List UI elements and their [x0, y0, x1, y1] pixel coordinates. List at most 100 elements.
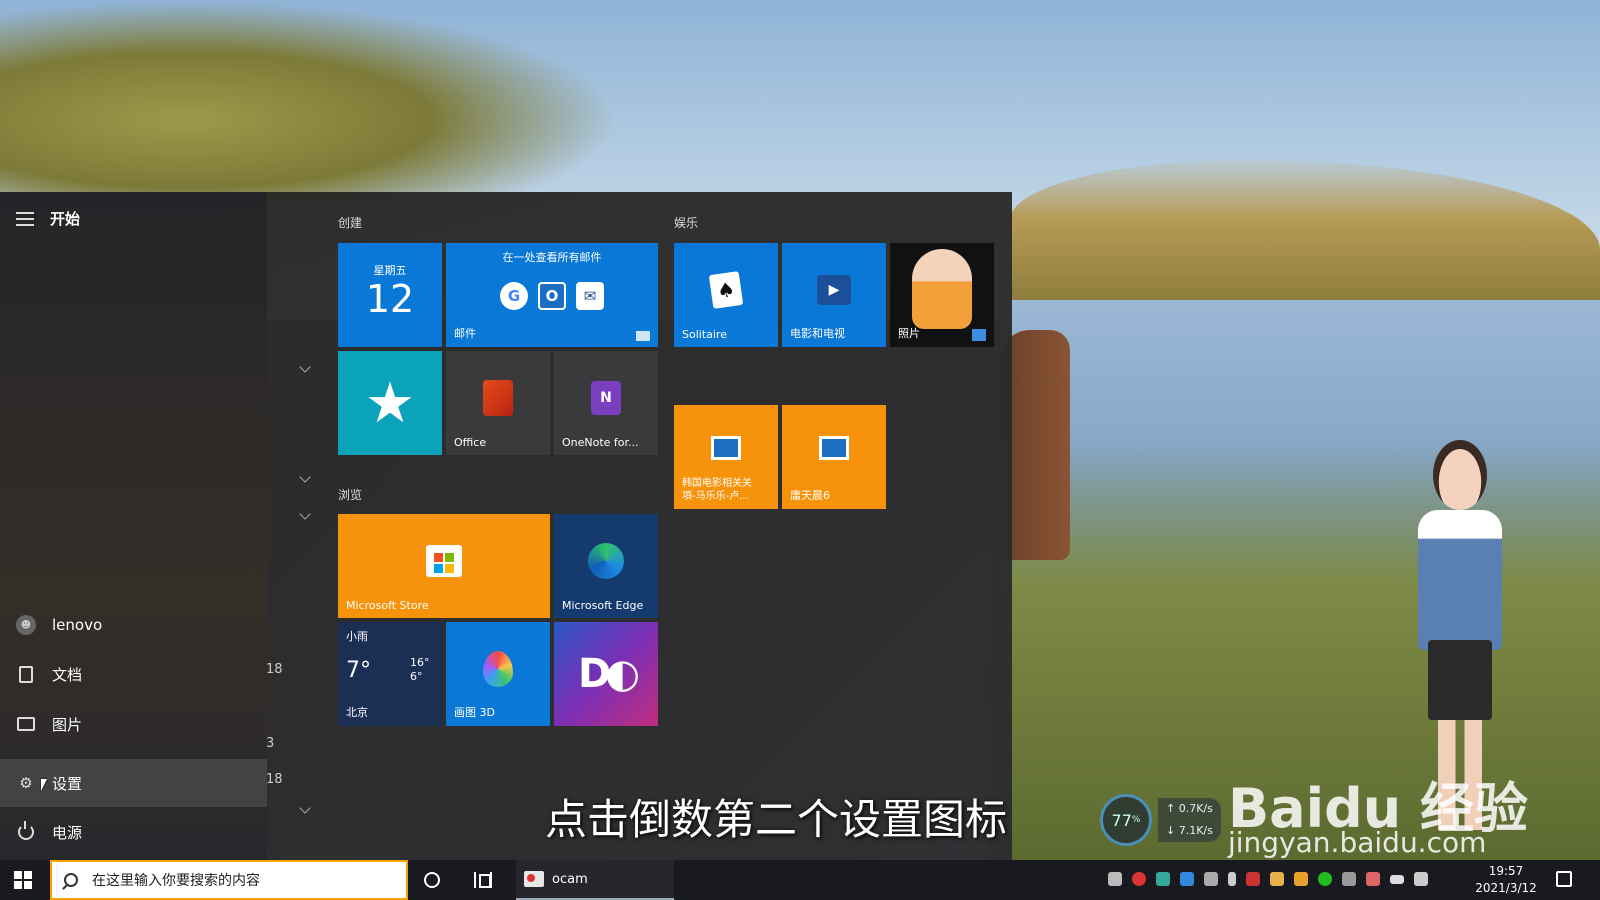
taskbar-app-ocam[interactable]: ocam [516, 860, 674, 900]
taskbar: 在这里输入你要搜索的内容 ocam 19:57 2021/3/12 [0, 860, 1600, 900]
calendar-weekday: 星期五 [373, 264, 407, 277]
gear-icon: ⚙ [19, 774, 33, 792]
battery-icon[interactable] [1390, 874, 1404, 884]
edge-logo-icon [588, 543, 624, 579]
chevron-down-icon[interactable] [299, 508, 311, 520]
tray-shield-icon[interactable] [1294, 872, 1308, 886]
tile-label: Microsoft Edge [562, 599, 644, 612]
instruction-caption: 点击倒数第二个设置图标 [545, 795, 1008, 844]
app-window-icon [711, 436, 741, 460]
tile-onenote[interactable]: N OneNote for... [554, 351, 658, 455]
tile-mail[interactable]: 在一处查看所有邮件 G O ✉ 邮件 [446, 243, 658, 347]
tile-microsoft-store[interactable]: Microsoft Store [338, 514, 550, 618]
rail-item-label: lenovo [52, 616, 103, 634]
tile-weather[interactable]: 小雨 7° 16° 6° 北京 [338, 622, 442, 726]
tile-korean-movie[interactable]: 韩国电影相关关 項-马乐乐-卢... [674, 405, 778, 509]
taskbar-search-box[interactable]: 在这里输入你要搜索的内容 [50, 860, 408, 900]
store-bag-icon [426, 545, 462, 577]
weather-temp: 7° [346, 658, 371, 683]
cortana-icon[interactable] [424, 872, 440, 888]
document-icon [16, 664, 36, 684]
chevron-down-icon[interactable] [299, 471, 311, 483]
search-placeholder: 在这里输入你要搜索的内容 [92, 873, 260, 889]
tray-app-icon[interactable] [1204, 872, 1218, 886]
user-avatar-icon: ☻ [16, 615, 36, 635]
group-label-entertainment: 娱乐 [674, 216, 699, 230]
mail-provider-icons: G O ✉ [500, 282, 604, 310]
onenote-logo-icon: N [591, 381, 621, 415]
calendar-day: 12 [365, 277, 415, 321]
tray-record-icon[interactable] [1132, 872, 1146, 886]
chevron-down-icon[interactable] [299, 361, 311, 373]
rail-item-label: 电源 [52, 823, 83, 842]
tile-paint-3d[interactable]: 画图 3D [446, 622, 550, 726]
tile-favorites[interactable]: ★ [338, 351, 442, 455]
clock-time: 19:57 [1488, 864, 1524, 878]
rail-item-documents[interactable]: 文档 [0, 650, 267, 698]
windows-start-icon[interactable] [14, 871, 32, 889]
rail-item-label: 图片 [52, 715, 83, 734]
tile-label: 画图 3D [454, 706, 495, 719]
tile-movies-tv[interactable]: ▶ 电影和电视 [782, 243, 886, 347]
group-label-create: 创建 [338, 216, 363, 230]
wifi-icon[interactable] [1342, 872, 1356, 886]
taskbar-app-label: ocam [552, 871, 588, 887]
tile-dolby[interactable]: D◐ [554, 622, 658, 726]
tile-solitaire[interactable]: ♠ Solitaire [674, 243, 778, 347]
wallpaper-trees-left [0, 0, 620, 200]
tile-label: Solitaire [682, 328, 727, 341]
weather-high-low: 16° 6° [410, 656, 430, 684]
rail-item-label: 设置 [52, 774, 83, 793]
ocam-icon [524, 871, 544, 887]
tray-grid-icon[interactable] [1108, 872, 1122, 886]
bluetooth-icon[interactable] [1180, 872, 1194, 886]
start-menu: 开始 ☻ lenovo 文档 图片 ⚙ 设置 电源 18 3 18 创建 娱乐 … [0, 192, 1012, 860]
mail-tile-heading: 在一处查看所有邮件 [502, 251, 602, 264]
hamburger-menu-icon[interactable] [16, 211, 34, 226]
paint-drop-icon [483, 651, 513, 687]
tile-label: OneNote for... [562, 436, 639, 449]
upload-speed: ↑ 0.7K/s [1166, 802, 1213, 815]
tile-microsoft-edge[interactable]: Microsoft Edge [554, 514, 658, 618]
star-icon: ★ [364, 370, 416, 436]
tile-photos[interactable]: 照片 [890, 243, 994, 347]
task-view-icon[interactable] [474, 872, 492, 888]
mail-badge-icon [636, 331, 650, 341]
taskbar-clock[interactable]: 19:57 2021/3/12 [1468, 863, 1544, 897]
tray-app-icon[interactable] [1366, 872, 1380, 886]
rail-item-user[interactable]: ☻ lenovo [0, 601, 267, 649]
system-tray [1108, 872, 1428, 886]
notification-center-icon[interactable] [1556, 871, 1572, 887]
tile-calendar[interactable]: 星期五 12 [338, 243, 442, 347]
search-icon [64, 873, 78, 887]
app-list-fragment: 3 [266, 736, 275, 751]
tile-label: 邮件 [454, 327, 476, 340]
start-header: 开始 [16, 208, 80, 229]
group-label-browse: 浏览 [338, 488, 363, 502]
tile-office[interactable]: Office [446, 351, 550, 455]
weather-high: 16° [410, 656, 430, 669]
photo-preview-figure [912, 249, 972, 329]
chevron-down-icon[interactable] [299, 802, 311, 814]
folder-icon[interactable] [1270, 872, 1284, 886]
outlook-icon: O [538, 282, 566, 310]
tile-app6[interactable]: 庸天晨6 [782, 405, 886, 509]
microphone-icon[interactable] [1228, 872, 1236, 886]
office-logo-icon [483, 380, 513, 416]
baidu-watermark-url: jingyan.baidu.com [1228, 826, 1487, 859]
gauge-percent-unit: % [1131, 815, 1141, 825]
weather-city: 北京 [346, 706, 368, 719]
envelope-icon: ✉ [576, 282, 604, 310]
app-list-fragment: 18 [266, 772, 283, 787]
tile-label: Office [454, 436, 487, 449]
wechat-icon[interactable] [1318, 872, 1332, 886]
mouse-cursor-icon [41, 779, 47, 791]
download-speed: ↓ 7.1K/s [1166, 824, 1213, 837]
rail-item-power[interactable]: 电源 [0, 808, 267, 856]
volume-icon[interactable] [1414, 872, 1428, 886]
tile-label: 韩国电影相关关 項-马乐乐-卢... [682, 478, 752, 502]
tray-shield-icon[interactable] [1156, 872, 1170, 886]
rail-item-pictures[interactable]: 图片 [0, 700, 267, 748]
play-icon: ▶ [817, 275, 851, 305]
tray-app-icon[interactable] [1246, 872, 1260, 886]
